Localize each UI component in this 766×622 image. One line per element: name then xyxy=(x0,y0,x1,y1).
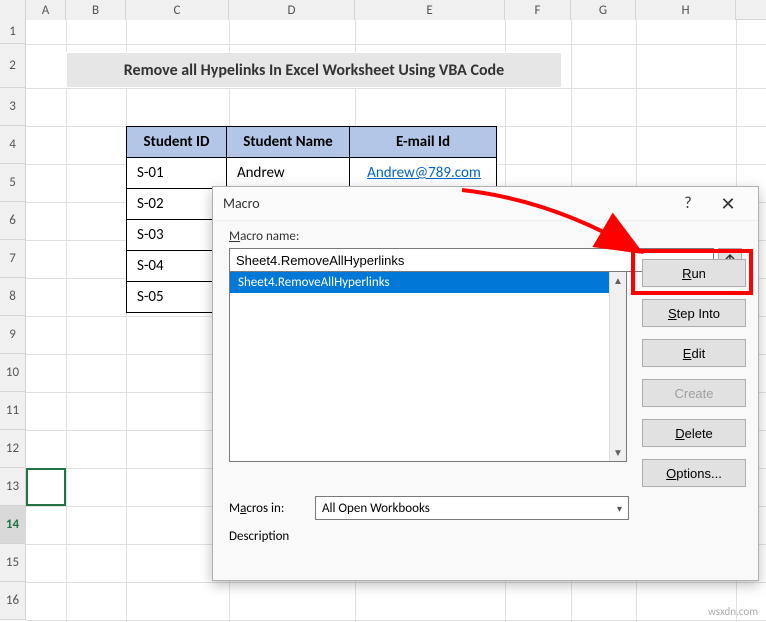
macro-listbox[interactable]: Sheet4.RemoveAllHyperlinks ▲ ▼ xyxy=(229,272,627,462)
macros-in-value: All Open Workbooks xyxy=(322,501,430,516)
macro-dialog: Macro ? ✕ Macro name: Sheet4.RemoveAllHy… xyxy=(212,186,759,581)
row-header-16[interactable]: 16 xyxy=(0,582,26,620)
header-email: E-mail Id xyxy=(350,127,497,158)
row-header-3[interactable]: 3 xyxy=(0,88,26,126)
step-into-button[interactable]: Step Into xyxy=(642,299,746,327)
macros-in-select[interactable]: All Open Workbooks ▾ xyxy=(315,496,629,520)
delete-button[interactable]: Delete xyxy=(642,419,746,447)
header-student-id: Student ID xyxy=(127,127,227,158)
close-button[interactable]: ✕ xyxy=(708,193,748,215)
row-header-14[interactable]: 14 xyxy=(0,506,26,544)
macro-list-item[interactable]: Sheet4.RemoveAllHyperlinks xyxy=(230,272,626,293)
dialog-title-text: Macro xyxy=(223,195,668,212)
table-header-row: Student ID Student Name E-mail Id xyxy=(127,127,497,158)
macro-name-label: Macro name: xyxy=(229,229,742,244)
row-header-6[interactable]: 6 xyxy=(0,202,26,240)
description-label: Description xyxy=(229,529,289,544)
row-header-10[interactable]: 10 xyxy=(0,354,26,392)
row-header-12[interactable]: 12 xyxy=(0,430,26,468)
header-student-name: Student Name xyxy=(227,127,350,158)
help-button[interactable]: ? xyxy=(668,194,708,213)
row-header-4[interactable]: 4 xyxy=(0,126,26,164)
column-headers: A B C D E F G H xyxy=(0,0,766,20)
row-header-2[interactable]: 2 xyxy=(0,44,26,88)
row-header-5[interactable]: 5 xyxy=(0,164,26,202)
row-header-15[interactable]: 15 xyxy=(0,544,26,582)
edit-button[interactable]: Edit xyxy=(642,339,746,367)
col-header-E[interactable]: E xyxy=(355,0,505,20)
macros-in-label: Macros in: xyxy=(229,501,307,516)
row-header-1[interactable]: 1 xyxy=(0,20,26,44)
col-header-F[interactable]: F xyxy=(505,0,571,20)
email-hyperlink[interactable]: Andrew@789.com xyxy=(360,164,488,182)
col-header-G[interactable]: G xyxy=(571,0,636,20)
scroll-up-icon[interactable]: ▲ xyxy=(610,272,626,289)
row-headers: 1 2 3 4 5 6 7 8 9 10 11 12 13 14 15 16 xyxy=(0,20,26,620)
dialog-titlebar[interactable]: Macro ? ✕ xyxy=(213,187,758,221)
row-header-8[interactable]: 8 xyxy=(0,278,26,316)
row-header-7[interactable]: 7 xyxy=(0,240,26,278)
row-header-13[interactable]: 13 xyxy=(0,468,26,506)
options-button[interactable]: Options... xyxy=(642,459,746,487)
row-header-9[interactable]: 9 xyxy=(0,316,26,354)
page-title: Remove all Hypelinks In Excel Worksheet … xyxy=(66,52,562,88)
col-header-C[interactable]: C xyxy=(126,0,229,20)
cell-student-id[interactable]: S-01 xyxy=(127,158,227,189)
col-header-D[interactable]: D xyxy=(229,0,355,20)
col-header-A[interactable]: A xyxy=(26,0,66,20)
select-all-corner[interactable] xyxy=(0,0,26,20)
scroll-down-icon[interactable]: ▼ xyxy=(610,444,626,461)
create-button: Create xyxy=(642,379,746,407)
table-row: S-01 Andrew Andrew@789.com xyxy=(127,158,497,189)
col-header-H[interactable]: H xyxy=(636,0,736,20)
col-header-B[interactable]: B xyxy=(66,0,126,20)
cell-student-name[interactable]: Andrew xyxy=(227,158,350,189)
chevron-down-icon: ▾ xyxy=(617,502,622,515)
listbox-scrollbar[interactable]: ▲ ▼ xyxy=(609,272,626,461)
cell-email[interactable]: Andrew@789.com xyxy=(350,158,497,189)
run-button[interactable]: Run xyxy=(642,259,746,287)
row-header-11[interactable]: 11 xyxy=(0,392,26,430)
watermark: wsxdn.com xyxy=(708,605,758,618)
